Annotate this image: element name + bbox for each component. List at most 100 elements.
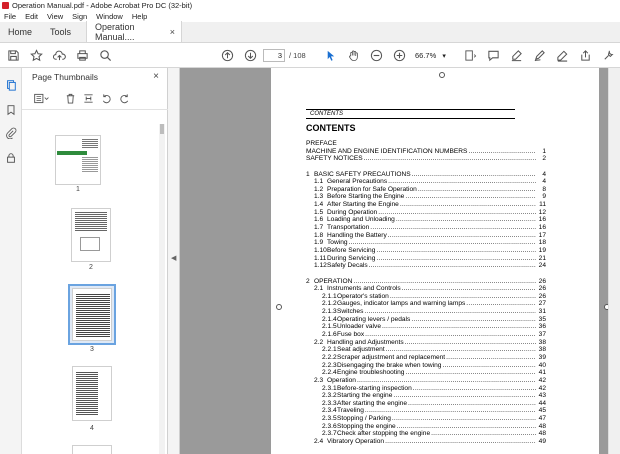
draw-button[interactable]: [531, 47, 548, 64]
toc-entry[interactable]: 2.1.5Unloader valve 36: [306, 323, 546, 331]
toc-entry[interactable]: 1.5During Operation 12: [306, 209, 546, 217]
toc-entry[interactable]: 2.4Vibratory Operation 49: [306, 438, 546, 446]
toc-entry[interactable]: 2.1.1Operator's station 26: [306, 293, 546, 301]
find-button[interactable]: [97, 47, 114, 64]
toc-entry-title: Traveling: [337, 407, 364, 415]
toc-entry[interactable]: MACHINE AND ENGINE IDENTIFICATION NUMBER…: [306, 148, 546, 156]
attachments-nav-button[interactable]: [4, 126, 18, 140]
toc-entry[interactable]: 2.3.6Stopping the engine 48: [306, 423, 546, 431]
tab-home[interactable]: Home: [0, 21, 40, 42]
panel-splitter[interactable]: ◀: [168, 68, 180, 454]
menu-view[interactable]: View: [47, 12, 63, 21]
selection-handle[interactable]: [439, 72, 445, 78]
extract-page-button[interactable]: [82, 92, 95, 105]
tools-pane-button[interactable]: [600, 47, 617, 64]
toc-entry[interactable]: PREFACE: [306, 140, 546, 148]
collapse-left-icon[interactable]: ◀: [171, 254, 176, 262]
toc-entry[interactable]: 1.10Before Servicing 19: [306, 247, 546, 255]
toc-entry[interactable]: 1.7Transportation 16: [306, 224, 546, 232]
toc-entry[interactable]: 2.1Instruments and Controls 26: [306, 285, 546, 293]
menu-help[interactable]: Help: [132, 12, 147, 21]
toc-leader-dots: [405, 369, 536, 377]
toc-entry[interactable]: 2.3.7Check after stopping the engine 48: [306, 430, 546, 438]
thumbnails-scrollbar[interactable]: [159, 124, 165, 454]
bookmarks-nav-button[interactable]: [4, 103, 18, 117]
thumbnail-page-5[interactable]: [72, 445, 112, 454]
thumbnail-options-button[interactable]: [32, 92, 52, 105]
thumbnail-page-4[interactable]: [72, 366, 112, 421]
lock-icon: [7, 153, 15, 163]
bookmark-button[interactable]: [28, 47, 45, 64]
next-page-button[interactable]: [242, 47, 259, 64]
toc-entry[interactable]: 2.3.3After starting the engine 44: [306, 400, 546, 408]
page-layout-icon: [465, 50, 477, 61]
page-layout-button[interactable]: [462, 47, 479, 64]
rotate-counterclockwise-button[interactable]: [100, 92, 113, 105]
toc-entry-page: 24: [538, 262, 546, 270]
toc-entry[interactable]: 2.1.2 Gauges, indicator lamps and warning…: [306, 300, 546, 308]
toc-entry[interactable]: 2 OPERATION 26: [306, 278, 546, 286]
page-thumbnails-nav-button[interactable]: [4, 78, 18, 92]
toc-entry-number: 1.8: [314, 231, 324, 239]
toc-entry[interactable]: 1.12Safety Decals 24: [306, 262, 546, 270]
previous-page-button[interactable]: [219, 47, 236, 64]
toc-entry[interactable]: 2.3.5Stopping / Parking 47: [306, 415, 546, 423]
upload-button[interactable]: [51, 47, 68, 64]
toc-entry[interactable]: 1.6Loading and Unloading 16: [306, 216, 546, 224]
thumbnail-page-1[interactable]: [55, 135, 101, 185]
toc-entry[interactable]: 2.2.4Engine troubleshooting 41: [306, 369, 546, 377]
print-button[interactable]: [74, 47, 91, 64]
toc-entry[interactable]: 2.1.4Operating levers / pedals 35: [306, 316, 546, 324]
close-icon[interactable]: ×: [170, 27, 175, 37]
toc-entry[interactable]: 1.4After Starting the Engine 11: [306, 201, 546, 209]
document-scrollbar[interactable]: [608, 68, 620, 454]
zoom-in-button[interactable]: [391, 47, 408, 64]
toc-entry[interactable]: 1.2Preparation for Safe Operation 8: [306, 186, 546, 194]
menu-sign[interactable]: Sign: [72, 12, 87, 21]
highlight-button[interactable]: [508, 47, 525, 64]
security-nav-button[interactable]: [4, 151, 18, 165]
toc-entry[interactable]: 2.2.2Scraper adjustment and replacement 3…: [306, 354, 546, 362]
toc-entry[interactable]: 2.1.3Switches 31: [306, 308, 546, 316]
zoom-level-dropdown[interactable]: 66.7% ▾: [415, 49, 447, 62]
share-button[interactable]: [577, 47, 594, 64]
tab-tools[interactable]: Tools: [40, 21, 86, 42]
delete-page-button[interactable]: [64, 92, 77, 105]
toc-entry[interactable]: 1 BASIC SAFETY PRECAUTIONS 4: [306, 171, 546, 179]
toc-entry[interactable]: 1.3Before Starting the Engine 9: [306, 193, 546, 201]
close-icon[interactable]: ×: [153, 71, 159, 82]
toc-entry[interactable]: 2.1.6Fuse box 37: [306, 331, 546, 339]
menu-window[interactable]: Window: [96, 12, 123, 21]
page-number-input[interactable]: 3: [263, 49, 285, 62]
toc-entry[interactable]: 2.2.3Disengaging the brake when towing 40: [306, 362, 546, 370]
sign-button[interactable]: [554, 47, 571, 64]
toc-entry[interactable]: 2.3.4Traveling 45: [306, 407, 546, 415]
tab-document[interactable]: Operation Manual.... ×: [86, 21, 182, 42]
hand-tool-button[interactable]: [345, 47, 362, 64]
toc-entry[interactable]: 1.1General Precautions 4: [306, 178, 546, 186]
toc-entry[interactable]: 2.3.1Before-starting inspection 42: [306, 385, 546, 393]
thumbnail-page-2[interactable]: [71, 208, 111, 262]
toc-entry[interactable]: SAFETY NOTICES 2: [306, 155, 546, 163]
scrollbar-thumb[interactable]: [160, 124, 164, 134]
comment-button[interactable]: [485, 47, 502, 64]
select-tool-button[interactable]: [322, 47, 339, 64]
toc-entry[interactable]: 2.2Handling and Adjustments 38: [306, 339, 546, 347]
toc-entry[interactable]: 2.3Operation 42: [306, 377, 546, 385]
menu-file[interactable]: File: [4, 12, 16, 21]
toc-entry-title: Transportation: [327, 224, 370, 232]
zoom-out-button[interactable]: [368, 47, 385, 64]
save-button[interactable]: [5, 47, 22, 64]
toc-entry[interactable]: 2.2.1Seat adjustment 38: [306, 346, 546, 354]
toc-entry[interactable]: 1.11During Servicing 21: [306, 255, 546, 263]
toc-entry[interactable]: 2.3.2Starting the engine 43: [306, 392, 546, 400]
page-text-block: [75, 212, 107, 232]
rotate-left-icon: [102, 94, 111, 104]
menu-edit[interactable]: Edit: [25, 12, 38, 21]
rotate-clockwise-button[interactable]: [118, 92, 131, 105]
pages-icon: [7, 80, 16, 91]
thumbnail-page-3[interactable]: [72, 288, 112, 341]
selection-handle[interactable]: [276, 304, 282, 310]
toc-entry[interactable]: 1.8Handling the Battery 17: [306, 232, 546, 240]
toc-entry[interactable]: 1.9Towing 18: [306, 239, 546, 247]
